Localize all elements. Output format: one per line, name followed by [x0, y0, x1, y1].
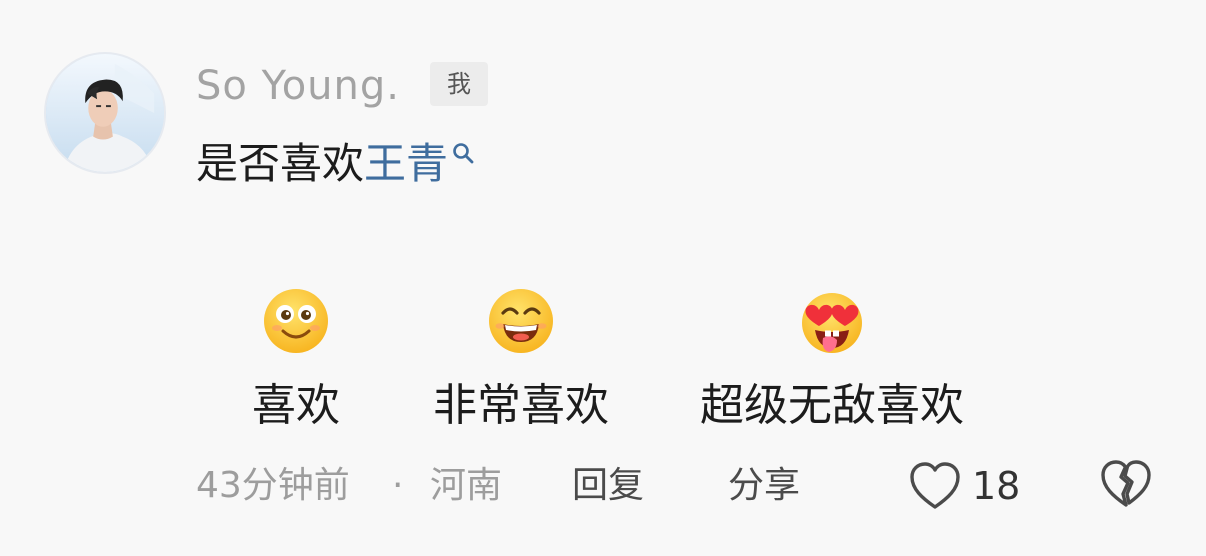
heart-eyes-face-icon: [802, 293, 862, 353]
avatar[interactable]: [44, 52, 166, 174]
meta-separator: ·: [392, 465, 404, 506]
reaction-option-like[interactable]: 喜欢: [226, 286, 366, 434]
like-button[interactable]: 18: [908, 458, 1020, 514]
like-count: 18: [972, 464, 1021, 508]
author-badge: 我: [430, 62, 488, 106]
comment-text: 是否喜欢王青: [196, 136, 476, 192]
comment-search-link[interactable]: 王青: [364, 139, 448, 188]
dislike-button[interactable]: [1098, 458, 1154, 510]
reaction-label: 喜欢: [252, 380, 340, 431]
smile-face-icon: [264, 289, 328, 353]
comment-location: 河南: [430, 465, 503, 506]
heart-outline-icon: [910, 462, 960, 509]
comment-text-prefix: 是否喜欢: [196, 139, 365, 188]
reaction-option-super-love[interactable]: 超级无敌喜欢: [676, 286, 988, 434]
share-button[interactable]: 分享: [728, 460, 800, 512]
grin-face-icon: [489, 289, 553, 353]
comment-timestamp: 43分钟前: [196, 465, 350, 506]
reaction-label: 超级无敌喜欢: [700, 380, 964, 431]
reaction-option-love[interactable]: 非常喜欢: [414, 286, 628, 434]
broken-heart-icon: [1101, 460, 1151, 507]
search-icon[interactable]: [450, 140, 476, 166]
author-name[interactable]: So Young.: [196, 60, 400, 112]
reaction-label: 非常喜欢: [433, 380, 609, 431]
comment-card: So Young. 我 是否喜欢王青 喜欢 非常喜欢 超级无敌喜欢 43分钟前 …: [0, 0, 1206, 556]
reply-button[interactable]: 回复: [572, 460, 644, 512]
